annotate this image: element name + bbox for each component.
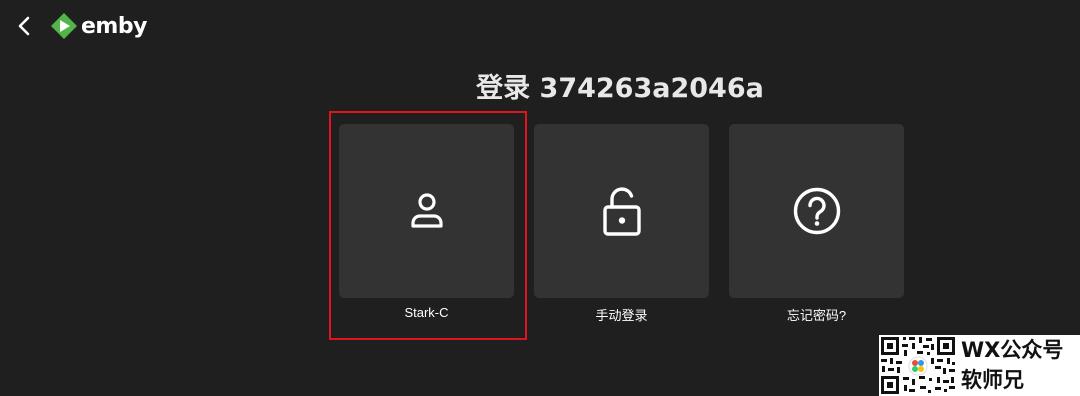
manual-login-card[interactable]: 手动登录 — [534, 124, 709, 324]
forgot-password-tile[interactable] — [729, 124, 904, 298]
emby-logo-icon — [51, 13, 77, 39]
user-card-stark-c[interactable]: Stark-C — [339, 124, 514, 320]
logo-text: emby — [81, 13, 147, 39]
watermark-line-2: 软师兄 — [961, 368, 1024, 392]
user-card-label: Stark-C — [404, 305, 449, 320]
user-icon — [410, 193, 443, 228]
unlock-icon — [602, 187, 641, 236]
user-card-tile[interactable] — [339, 124, 514, 298]
watermark: WX公众号 软师兄 — [879, 335, 1080, 396]
forgot-password-label: 忘记密码? — [786, 308, 847, 323]
chevron-left-icon — [18, 16, 30, 36]
page-title: 登录 374263a2046a — [476, 73, 764, 104]
qr-code-icon — [879, 335, 957, 396]
forgot-password-card[interactable]: 忘记密码? — [729, 124, 904, 324]
emby-logo[interactable]: emby — [50, 11, 147, 41]
watermark-text: WX公众号 软师兄 — [961, 335, 1063, 395]
watermark-line-1: WX公众号 — [961, 338, 1064, 362]
help-circle-icon — [793, 187, 840, 235]
back-button[interactable] — [10, 12, 38, 40]
manual-login-tile[interactable] — [534, 124, 709, 298]
login-page: emby 登录 374263a2046a Stark-C 手动登录 忘记密码? … — [0, 0, 1080, 396]
manual-login-label: 手动登录 — [595, 308, 648, 323]
